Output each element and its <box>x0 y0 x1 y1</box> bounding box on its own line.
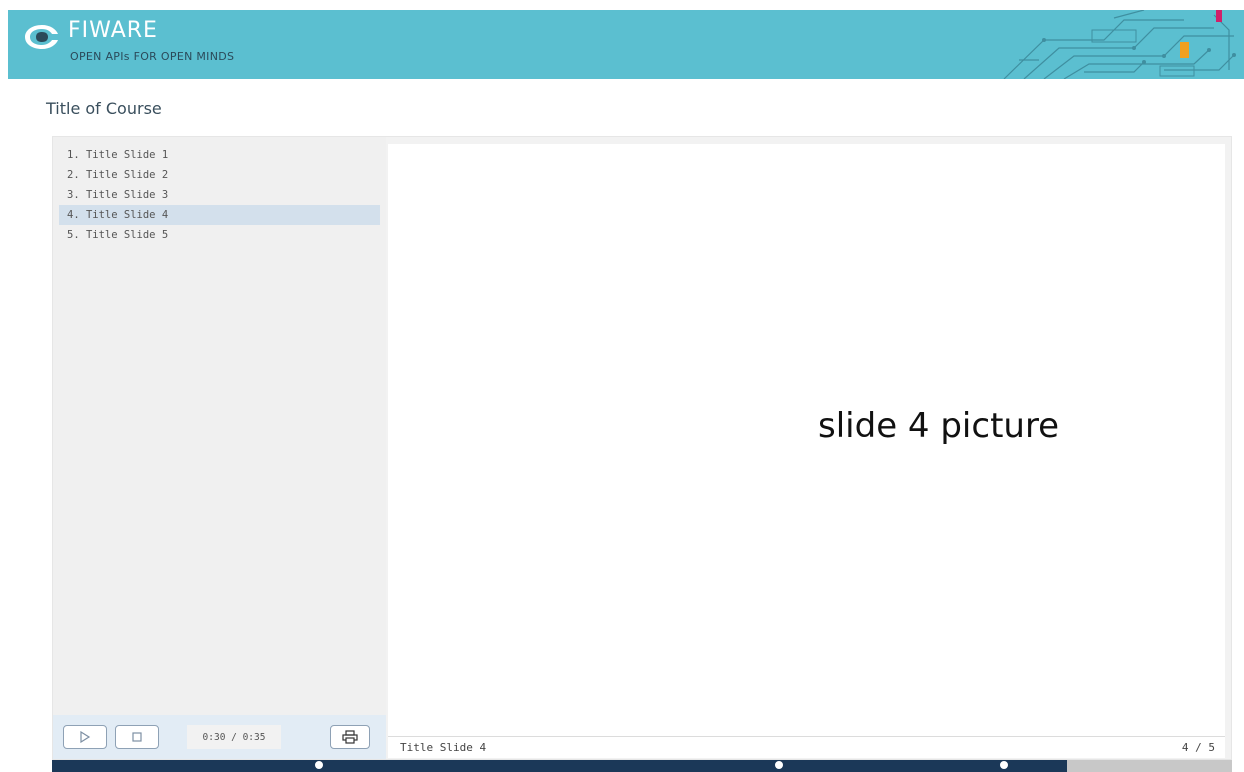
circuit-decoration-icon <box>1003 10 1236 79</box>
print-icon <box>342 730 358 744</box>
stop-button[interactable] <box>115 725 159 749</box>
fiware-logo-icon <box>25 25 58 49</box>
progress-marker-3[interactable] <box>1000 761 1008 769</box>
stop-icon <box>132 732 142 742</box>
current-slide-title: Title Slide 4 <box>400 741 487 754</box>
playback-time: 0:30 / 0:35 <box>187 725 281 749</box>
progress-bar[interactable] <box>52 760 1232 772</box>
app-header: FIWARE OPEN APIs FOR OPEN MINDS <box>8 10 1244 79</box>
play-icon <box>80 731 91 743</box>
progress-marker-1[interactable] <box>315 761 323 769</box>
slide-page-indicator: 4 / 5 <box>1181 741 1215 754</box>
slide-list-item-3[interactable]: 3. Title Slide 3 <box>59 185 380 205</box>
print-button[interactable] <box>330 725 370 749</box>
slide-list-sidebar: 1. Title Slide 1 2. Title Slide 2 3. Tit… <box>53 137 386 715</box>
progress-marker-2[interactable] <box>775 761 783 769</box>
slide-picture: slide 4 picture <box>818 406 1060 446</box>
brand-name: FIWARE <box>68 18 158 43</box>
slide-status-bar: Title Slide 4 4 / 5 <box>388 736 1225 758</box>
slide-viewer: slide 4 picture <box>388 144 1225 736</box>
slide-list: 1. Title Slide 1 2. Title Slide 2 3. Tit… <box>53 137 386 245</box>
slide-list-item-4[interactable]: 4. Title Slide 4 <box>59 205 380 225</box>
slide-list-item-2[interactable]: 2. Title Slide 2 <box>59 165 380 185</box>
course-player: 1. Title Slide 1 2. Title Slide 2 3. Tit… <box>52 136 1232 760</box>
slide-list-item-1[interactable]: 1. Title Slide 1 <box>59 145 380 165</box>
progress-fill <box>52 760 1067 772</box>
course-title: Title of Course <box>46 99 162 118</box>
brand-tagline: OPEN APIs FOR OPEN MINDS <box>70 50 235 63</box>
play-button[interactable] <box>63 725 107 749</box>
slide-list-item-5[interactable]: 5. Title Slide 5 <box>59 225 380 245</box>
playback-controls: 0:30 / 0:35 <box>53 715 386 759</box>
